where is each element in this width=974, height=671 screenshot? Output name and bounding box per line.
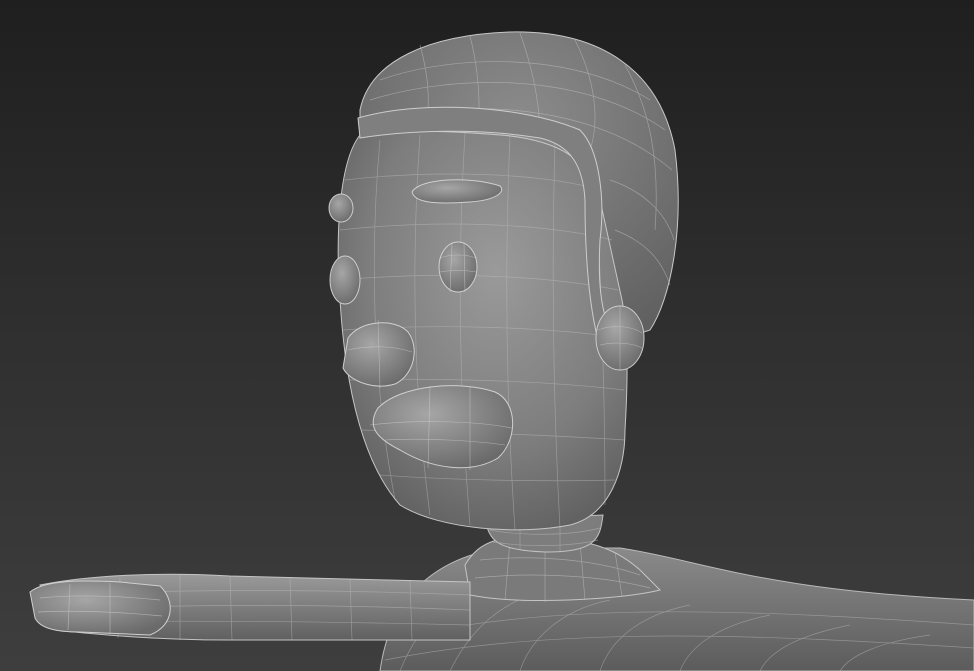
eyebrow-mesh[interactable] xyxy=(411,179,502,204)
3d-viewport[interactable] xyxy=(0,0,974,671)
hand-mesh[interactable] xyxy=(29,580,171,636)
eye-mesh[interactable] xyxy=(438,241,478,293)
ear-right-mesh[interactable] xyxy=(595,305,645,371)
character-model-render[interactable] xyxy=(0,0,974,671)
